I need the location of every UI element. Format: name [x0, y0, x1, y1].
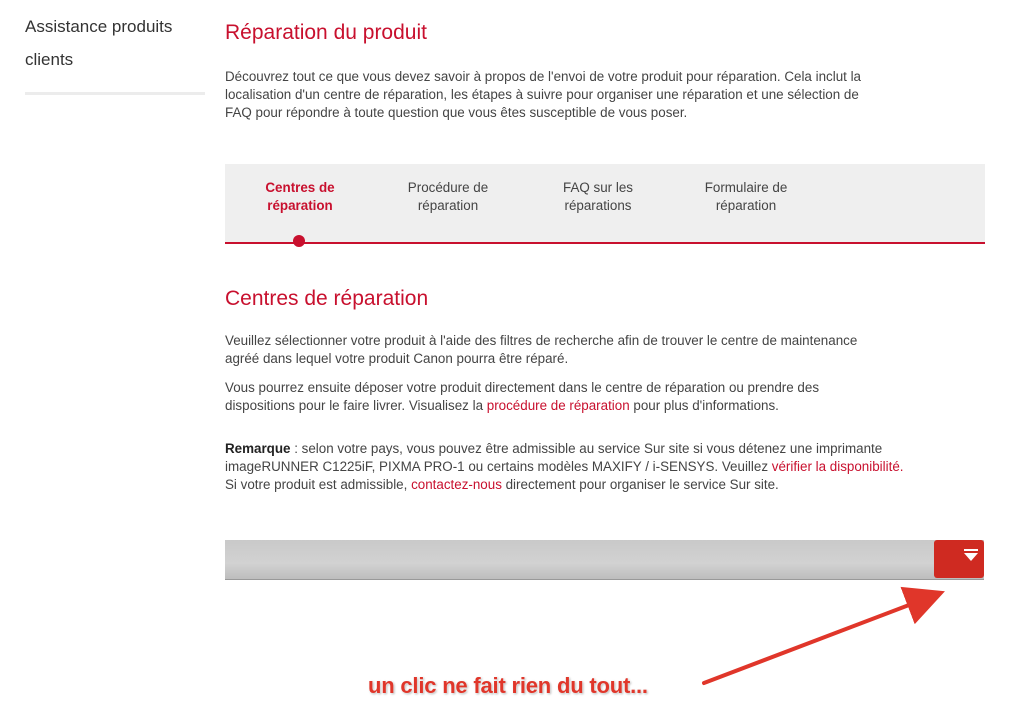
annotation-arrow — [702, 586, 945, 685]
annotation-text: un clic ne fait rien du tout... — [368, 673, 648, 698]
